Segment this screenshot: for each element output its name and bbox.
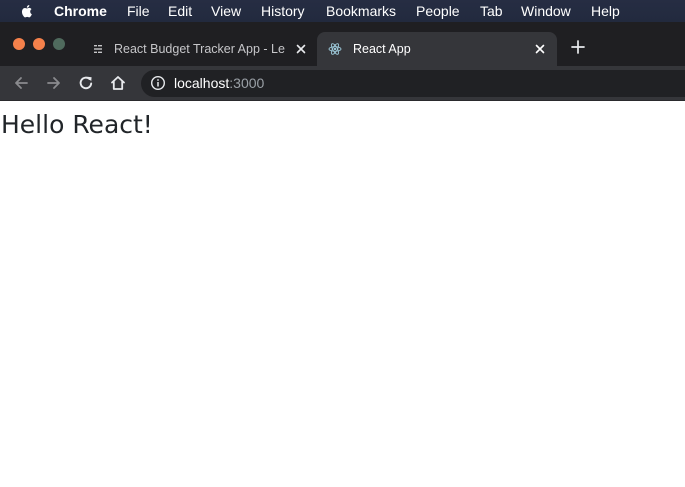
tab-title: React App bbox=[353, 42, 411, 56]
window-close-button[interactable] bbox=[13, 38, 25, 50]
page-content: Hello React! bbox=[0, 102, 685, 487]
menu-history[interactable]: History bbox=[261, 3, 305, 19]
url-port: :3000 bbox=[229, 75, 265, 91]
url-host: localhost bbox=[174, 75, 230, 91]
react-logo-icon bbox=[328, 43, 342, 55]
window-minimize-button[interactable] bbox=[33, 38, 45, 50]
document-lines-icon bbox=[94, 45, 102, 53]
home-icon[interactable] bbox=[109, 74, 127, 92]
address-url[interactable]: localhost:3000 bbox=[174, 75, 264, 91]
page-heading: Hello React! bbox=[1, 110, 153, 139]
menu-help[interactable]: Help bbox=[591, 3, 620, 19]
tab-budget-tracker[interactable]: React Budget Tracker App - Le bbox=[80, 32, 316, 66]
menu-edit[interactable]: Edit bbox=[168, 3, 192, 19]
menu-tab[interactable]: Tab bbox=[480, 3, 503, 19]
tab-react-app[interactable]: React App bbox=[317, 32, 557, 66]
window-zoom-button[interactable] bbox=[53, 38, 65, 50]
reload-icon[interactable] bbox=[77, 74, 95, 92]
menu-people[interactable]: People bbox=[416, 3, 460, 19]
menu-window[interactable]: Window bbox=[521, 3, 571, 19]
tab-title: React Budget Tracker App - Le bbox=[114, 42, 285, 56]
menu-app-name[interactable]: Chrome bbox=[54, 3, 107, 19]
apple-logo-icon[interactable] bbox=[19, 3, 35, 19]
forward-arrow-icon[interactable] bbox=[45, 74, 63, 92]
new-tab-plus-icon[interactable] bbox=[570, 39, 586, 55]
close-icon[interactable] bbox=[294, 42, 308, 56]
close-icon[interactable] bbox=[533, 42, 547, 56]
menu-file[interactable]: File bbox=[127, 3, 150, 19]
info-icon[interactable] bbox=[150, 75, 166, 91]
back-arrow-icon[interactable] bbox=[12, 74, 30, 92]
menu-bookmarks[interactable]: Bookmarks bbox=[326, 3, 396, 19]
macos-menu-bar: Chrome File Edit View History Bookmarks … bbox=[0, 0, 685, 22]
menu-view[interactable]: View bbox=[211, 3, 241, 19]
